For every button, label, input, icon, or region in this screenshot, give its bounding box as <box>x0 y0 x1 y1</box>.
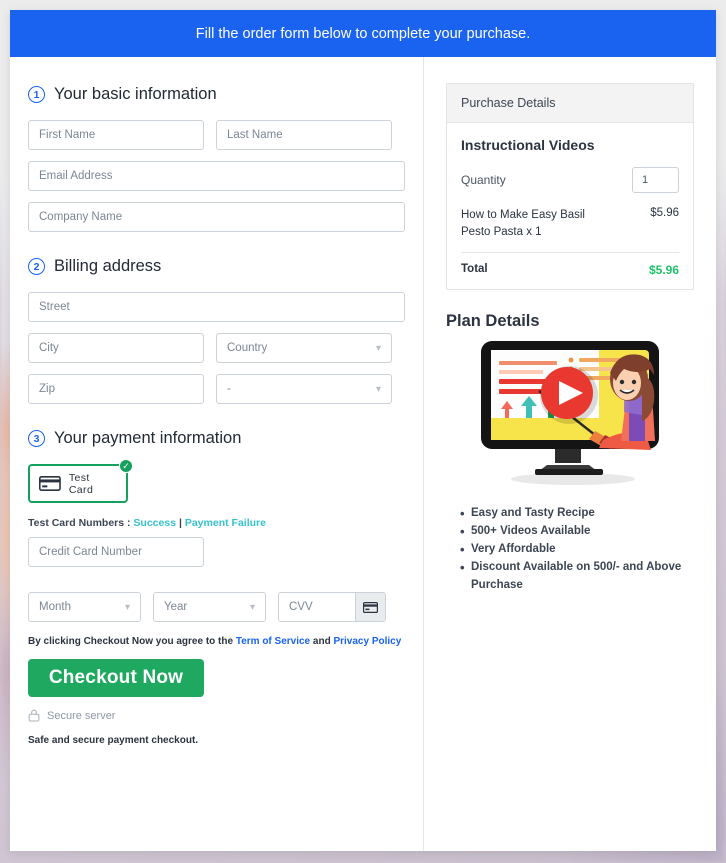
street-row: Street <box>28 292 405 322</box>
checkout-card: Fill the order form below to complete yo… <box>10 10 716 851</box>
lock-icon <box>28 709 40 722</box>
chevron-down-icon: ▾ <box>249 601 255 613</box>
line-item-name: How to Make Easy Basil Pesto Pasta x 1 <box>461 209 585 238</box>
secure-server-label: Secure server <box>47 709 116 722</box>
state-select[interactable]: - ▾ <box>216 374 392 404</box>
safe-payment-note: Safe and secure payment checkout. <box>28 735 199 746</box>
terms-and: and <box>312 636 331 647</box>
terms-agreement-text: By clicking Checkout Now you agree to th… <box>28 636 405 647</box>
plan-feature-list: Easy and Tasty Recipe 500+ Videos Availa… <box>446 504 694 595</box>
list-item: Very Affordable <box>460 540 694 560</box>
step-number-3: 3 <box>28 430 45 447</box>
email-input[interactable]: Email Address <box>28 161 405 191</box>
payment-method-label: Test Card <box>68 471 94 496</box>
country-select[interactable]: Country ▾ <box>216 333 392 363</box>
checkout-body: 1 Your basic information First Name Last… <box>10 57 716 851</box>
cvv-field-group: CVV <box>278 592 386 622</box>
chevron-down-icon: ▾ <box>375 342 381 354</box>
credit-card-number-input[interactable]: Credit Card Number <box>28 537 204 567</box>
section-heading-billing-address: 2 Billing address <box>28 257 405 276</box>
section-title-payment-information: Your payment information <box>54 429 242 447</box>
last-name-input[interactable]: Last Name <box>216 120 392 150</box>
summary-column: Purchase Details Instructional Videos Qu… <box>424 57 716 851</box>
quantity-input[interactable]: 1 <box>632 167 679 193</box>
expiry-year-value: Year <box>164 601 188 613</box>
page-banner: Fill the order form below to complete yo… <box>10 10 716 57</box>
line-item-price: $5.96 <box>650 207 679 219</box>
expiry-month-value: Month <box>39 601 71 613</box>
payment-method-test-card[interactable]: Test Card ✓ <box>28 459 133 503</box>
secure-server-note: Secure server <box>28 709 405 722</box>
list-item: 500+ Videos Available <box>460 522 694 542</box>
card-number-row: Credit Card Number <box>28 537 405 567</box>
terms-of-service-link[interactable]: Term of Service <box>236 636 310 647</box>
state-select-value: - <box>227 383 231 395</box>
expiry-year-select[interactable]: Year ▾ <box>153 592 266 622</box>
section-heading-payment-information: 3 Your payment information <box>28 429 405 448</box>
test-card-separator: | <box>178 517 182 529</box>
quantity-label: Quantity <box>461 173 506 187</box>
test-card-success-link[interactable]: Success <box>133 517 176 529</box>
test-card-numbers-label: Test Card Numbers : <box>28 517 131 529</box>
total-divider <box>461 252 679 254</box>
city-input[interactable]: City <box>28 333 204 363</box>
terms-prefix: By clicking Checkout Now you agree to th… <box>28 636 234 647</box>
chevron-down-icon: ▾ <box>375 383 381 395</box>
banner-text: Fill the order form below to complete yo… <box>195 25 531 42</box>
total-label: Total <box>461 263 488 276</box>
total-row: Total $5.96 <box>461 263 679 277</box>
email-row: Email Address <box>28 161 405 191</box>
company-row: Company Name <box>28 202 405 232</box>
list-item: Easy and Tasty Recipe <box>460 504 694 524</box>
credit-card-icon <box>39 476 61 491</box>
quantity-row: Quantity 1 <box>461 167 679 193</box>
list-item: Discount Available on 500/- and Above Pu… <box>460 558 694 595</box>
zip-state-row: Zip - ▾ <box>28 374 405 404</box>
product-title: Instructional Videos <box>461 137 595 153</box>
total-value: $5.96 <box>648 263 679 278</box>
chevron-down-icon: ▾ <box>124 601 130 613</box>
purchase-details-card: Purchase Details Instructional Videos Qu… <box>446 83 694 291</box>
name-row: First Name Last Name <box>28 120 405 150</box>
section-title-billing-address: Billing address <box>54 257 162 275</box>
section-title-basic-information: Your basic information <box>54 85 217 103</box>
step-number-2: 2 <box>28 258 45 275</box>
country-select-value: Country <box>227 342 268 354</box>
credit-card-icon <box>363 601 378 613</box>
first-name-input[interactable]: First Name <box>28 120 204 150</box>
video-monitor-illustration <box>446 339 694 491</box>
purchase-details-header: Purchase Details <box>447 84 693 123</box>
plan-details-title: Plan Details <box>446 312 540 331</box>
city-country-row: City Country ▾ <box>28 333 405 363</box>
purchase-details-body: Instructional Videos Quantity 1 How to M… <box>447 123 693 289</box>
step-number-1: 1 <box>28 86 45 103</box>
company-name-input[interactable]: Company Name <box>28 202 405 232</box>
checkout-now-button[interactable]: Checkout Now <box>28 659 204 697</box>
check-circle-icon: ✓ <box>119 459 133 473</box>
expiry-cvv-row: Month ▾ Year ▾ CVV <box>28 592 405 622</box>
line-item-row: How to Make Easy Basil Pesto Pasta x 1 $… <box>461 207 679 240</box>
expiry-month-select[interactable]: Month ▾ <box>28 592 141 622</box>
test-card-numbers-line: Test Card Numbers : Success | Payment Fa… <box>28 517 405 529</box>
zip-input[interactable]: Zip <box>28 374 204 404</box>
cvv-help-button[interactable] <box>355 593 385 621</box>
privacy-policy-link[interactable]: Privacy Policy <box>333 636 401 647</box>
street-input[interactable]: Street <box>28 292 405 322</box>
order-form-column: 1 Your basic information First Name Last… <box>10 57 423 851</box>
cvv-input[interactable]: CVV <box>279 601 355 613</box>
section-heading-basic-information: 1 Your basic information <box>28 85 405 104</box>
test-card-failure-link[interactable]: Payment Failure <box>185 517 266 529</box>
